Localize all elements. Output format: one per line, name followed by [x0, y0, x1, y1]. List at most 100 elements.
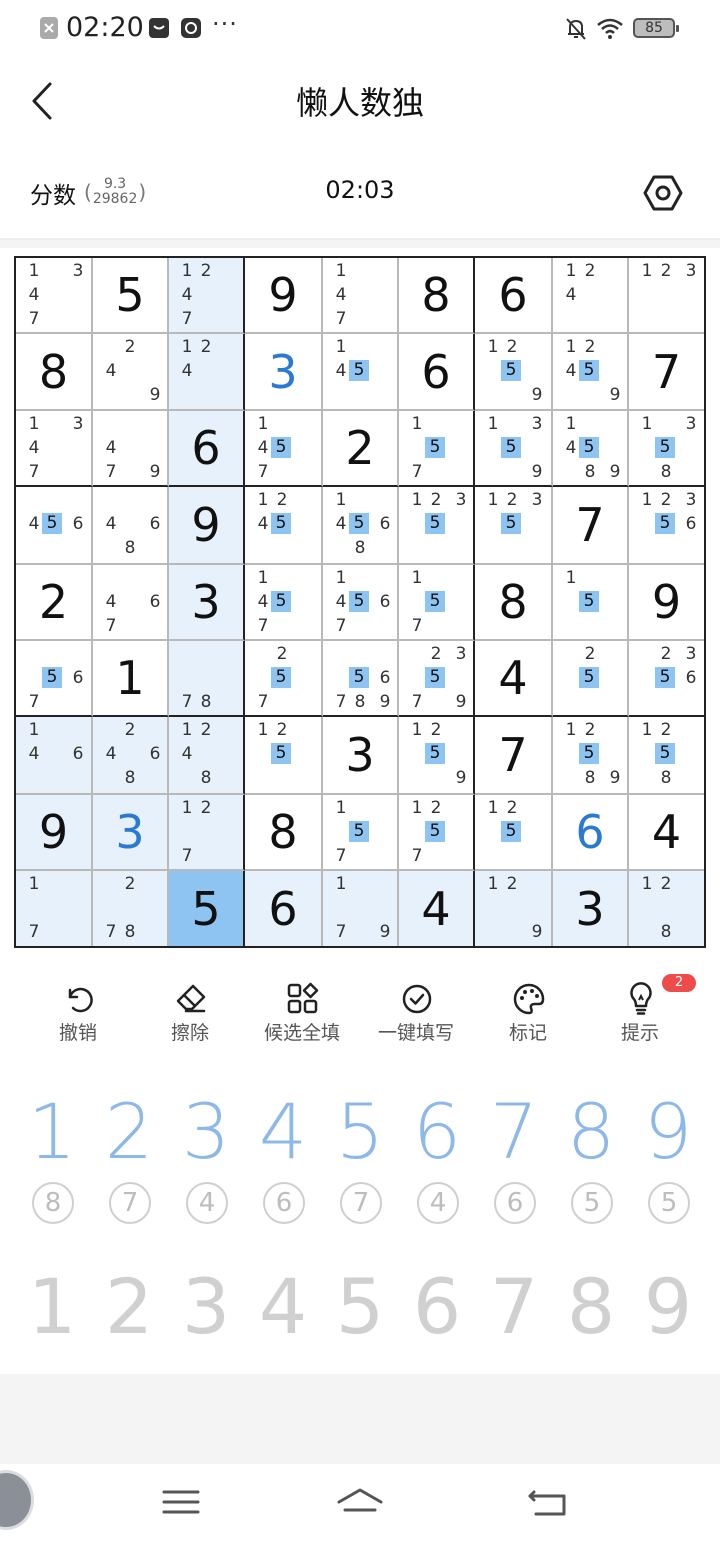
- sudoku-cell[interactable]: 12459: [553, 334, 629, 411]
- sudoku-cell[interactable]: 1258: [629, 717, 704, 795]
- sudoku-cell[interactable]: 157: [399, 565, 475, 641]
- sudoku-cell[interactable]: 1235: [475, 487, 553, 565]
- sudoku-cell[interactable]: 7: [553, 487, 629, 565]
- sudoku-cell[interactable]: 25: [553, 641, 629, 717]
- sudoku-cell[interactable]: 24 9: [93, 334, 169, 411]
- sudoku-cell[interactable]: 1: [93, 641, 169, 717]
- sudoku-cell[interactable]: 125: [475, 795, 553, 871]
- mark-button[interactable]: 标记: [472, 972, 584, 1050]
- sudoku-cell[interactable]: 12356: [629, 487, 704, 565]
- sudoku-cell[interactable]: 24 68: [93, 717, 169, 795]
- sudoku-cell[interactable]: 124: [169, 334, 245, 411]
- sudoku-cell[interactable]: 7: [629, 334, 704, 411]
- sudoku-cell[interactable]: 125: [245, 717, 323, 795]
- sudoku-cell[interactable]: 1235: [399, 487, 475, 565]
- sudoku-cell[interactable]: 1 4 7: [323, 258, 399, 334]
- sudoku-cell[interactable]: 6: [169, 411, 245, 487]
- sudoku-cell[interactable]: 1245: [245, 487, 323, 565]
- sudoku-cell[interactable]: 3: [245, 334, 323, 411]
- sudoku-cell[interactable]: 8: [475, 565, 553, 641]
- sudoku-cell[interactable]: 1 4 6: [16, 717, 93, 795]
- sudoku-cell[interactable]: 4: [399, 871, 475, 946]
- candidate-key-1[interactable]: 1: [14, 1262, 90, 1352]
- sudoku-cell[interactable]: 1 3 4 7: [16, 411, 93, 487]
- sudoku-cell[interactable]: 9: [629, 565, 704, 641]
- fill-candidates-button[interactable]: 候选全填: [246, 972, 358, 1050]
- sudoku-cell[interactable]: 2356: [629, 641, 704, 717]
- sudoku-cell[interactable]: 2: [323, 411, 399, 487]
- sudoku-cell[interactable]: 4 6 7: [93, 565, 169, 641]
- sudoku-cell[interactable]: 6: [553, 795, 629, 871]
- number-key-1[interactable]: 18: [14, 1088, 90, 1238]
- sudoku-cell[interactable]: 3: [323, 717, 399, 795]
- sudoku-cell[interactable]: 4 68: [93, 487, 169, 565]
- sudoku-cell[interactable]: 12589: [553, 717, 629, 795]
- sudoku-cell[interactable]: 145: [323, 334, 399, 411]
- sudoku-cell[interactable]: 17: [16, 871, 93, 946]
- sudoku-cell[interactable]: 4 7 9: [93, 411, 169, 487]
- sudoku-cell[interactable]: 1 7 9: [323, 871, 399, 946]
- sudoku-cell[interactable]: 128: [629, 871, 704, 946]
- sudoku-cell[interactable]: 157: [323, 795, 399, 871]
- sudoku-cell[interactable]: 9: [245, 258, 323, 334]
- sudoku-cell[interactable]: 8: [399, 258, 475, 334]
- sudoku-cell[interactable]: 123: [629, 258, 704, 334]
- sudoku-cell[interactable]: 1 359: [475, 411, 553, 487]
- sudoku-cell[interactable]: 6: [245, 871, 323, 946]
- sudoku-cell[interactable]: 1247: [169, 258, 245, 334]
- sudoku-cell[interactable]: 1248: [169, 717, 245, 795]
- menu-nav-button[interactable]: [156, 1482, 206, 1522]
- sudoku-cell[interactable]: 124: [553, 258, 629, 334]
- number-key-5[interactable]: 57: [322, 1088, 398, 1238]
- sudoku-cell[interactable]: 1257: [399, 795, 475, 871]
- sudoku-cell[interactable]: 8: [245, 795, 323, 871]
- sudoku-cell[interactable]: 56789: [323, 641, 399, 717]
- sudoku-cell[interactable]: 9: [169, 487, 245, 565]
- sudoku-cell[interactable]: 7: [475, 717, 553, 795]
- sudoku-cell[interactable]: 157: [399, 411, 475, 487]
- number-key-6[interactable]: 64: [399, 1088, 475, 1238]
- home-nav-button[interactable]: [335, 1482, 385, 1522]
- sudoku-cell[interactable]: 1259: [399, 717, 475, 795]
- sudoku-cell[interactable]: 14589: [553, 411, 629, 487]
- sudoku-cell[interactable]: 3: [553, 871, 629, 946]
- number-key-3[interactable]: 34: [168, 1088, 244, 1238]
- number-key-2[interactable]: 27: [91, 1088, 167, 1238]
- sudoku-cell[interactable]: 14568: [323, 487, 399, 565]
- candidate-key-2[interactable]: 2: [91, 1262, 167, 1352]
- candidate-key-6[interactable]: 6: [399, 1262, 475, 1352]
- sudoku-cell[interactable]: 2: [16, 565, 93, 641]
- sudoku-cell[interactable]: 5: [169, 871, 245, 946]
- sudoku-cell[interactable]: 14567: [323, 565, 399, 641]
- settings-button[interactable]: [642, 172, 684, 214]
- sudoku-cell[interactable]: 3: [169, 565, 245, 641]
- sudoku-cell[interactable]: 1457: [245, 411, 323, 487]
- candidate-key-3[interactable]: 3: [168, 1262, 244, 1352]
- sudoku-cell[interactable]: 129: [475, 871, 553, 946]
- number-key-9[interactable]: 95: [630, 1088, 706, 1238]
- sudoku-cell[interactable]: 6: [475, 258, 553, 334]
- sudoku-cell[interactable]: 1259: [475, 334, 553, 411]
- auto-fill-button[interactable]: 一键填写: [360, 972, 472, 1050]
- sudoku-cell[interactable]: 127: [169, 795, 245, 871]
- sudoku-cell[interactable]: 2 57: [245, 641, 323, 717]
- sudoku-cell[interactable]: 1 3 4 7: [16, 258, 93, 334]
- sudoku-cell[interactable]: 1457: [245, 565, 323, 641]
- sudoku-cell[interactable]: 2357 9: [399, 641, 475, 717]
- sudoku-cell[interactable]: 4: [629, 795, 704, 871]
- number-key-8[interactable]: 85: [553, 1088, 629, 1238]
- number-key-7[interactable]: 76: [476, 1088, 552, 1238]
- sudoku-cell[interactable]: 1 35 8: [629, 411, 704, 487]
- sudoku-cell[interactable]: 456: [16, 487, 93, 565]
- back-nav-button[interactable]: [524, 1482, 574, 1522]
- sudoku-cell[interactable]: 3: [93, 795, 169, 871]
- sudoku-cell[interactable]: 56 7: [16, 641, 93, 717]
- candidate-key-9[interactable]: 9: [630, 1262, 706, 1352]
- sudoku-cell[interactable]: 9: [16, 795, 93, 871]
- sudoku-cell[interactable]: 15: [553, 565, 629, 641]
- number-key-4[interactable]: 46: [245, 1088, 321, 1238]
- sudoku-cell[interactable]: 6: [399, 334, 475, 411]
- sudoku-cell[interactable]: 278: [93, 871, 169, 946]
- erase-button[interactable]: 擦除: [134, 972, 246, 1050]
- sudoku-cell[interactable]: 8: [16, 334, 93, 411]
